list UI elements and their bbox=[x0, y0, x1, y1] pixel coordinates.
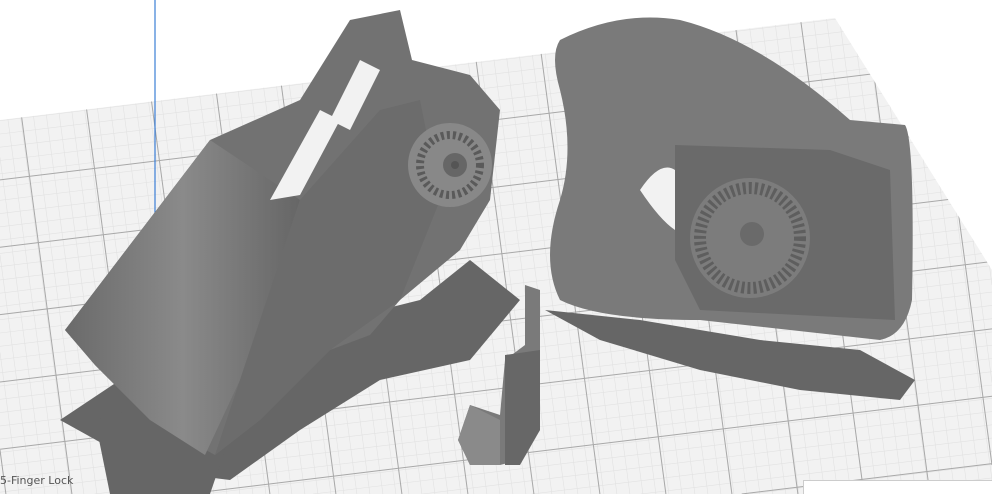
grid-minor-line bbox=[0, 18, 230, 29]
bottom-panel bbox=[803, 480, 992, 494]
object-name-label: 5-Finger Lock bbox=[0, 474, 74, 487]
grid-minor-line bbox=[0, 18, 339, 42]
grid-minor-line bbox=[0, 0, 120, 15]
grid-minor-line bbox=[0, 18, 557, 68]
grid-minor-line bbox=[966, 18, 992, 188]
grid-major-line bbox=[0, 18, 372, 46]
grid-minor-line bbox=[0, 0, 11, 1]
grid-minor-line bbox=[979, 18, 992, 91]
3d-viewport[interactable]: 5-Finger Lock bbox=[0, 0, 992, 494]
build-plate-scene[interactable] bbox=[0, 0, 992, 494]
